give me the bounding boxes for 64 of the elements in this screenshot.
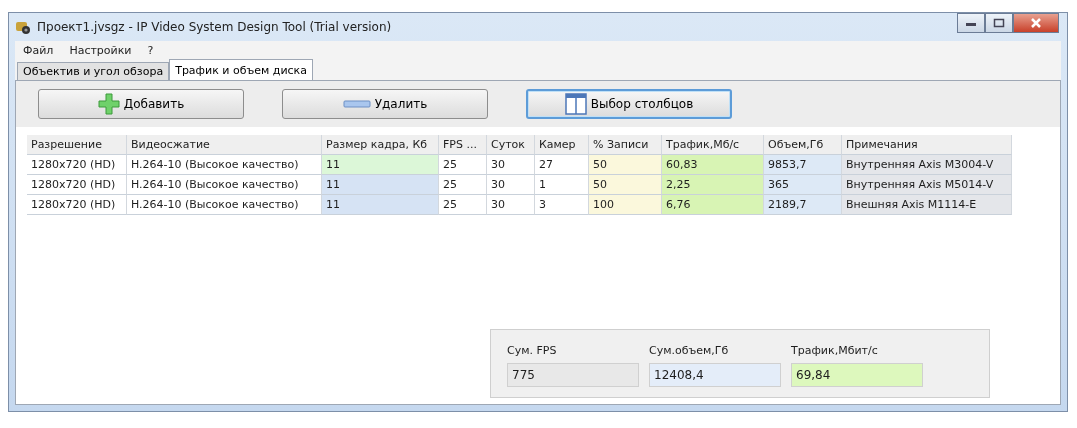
table-cell: 1280x720 (HD)	[27, 195, 127, 215]
columns-button[interactable]: Выбор столбцов	[526, 89, 732, 119]
summary-label: Сум. FPS	[507, 344, 558, 357]
table-cell: 25	[439, 195, 487, 215]
close-icon	[1030, 18, 1042, 28]
table-cell: 11	[322, 155, 439, 175]
table-cell: 1280x720 (HD)	[27, 155, 127, 175]
column-header[interactable]: Суток	[487, 135, 535, 155]
window-title: Проект1.jvsgz - IP Video System Design Tool (Trial version)	[37, 20, 392, 34]
table-cell: 2,25	[662, 175, 764, 195]
tab[interactable]: Трафик и объем диска	[169, 59, 313, 80]
table-cell: 27	[535, 155, 589, 175]
table-cell: 365	[764, 175, 842, 195]
summary-label: Трафик,Мбит/с	[791, 344, 879, 357]
table-cell: 11	[322, 195, 439, 215]
menu-item[interactable]: Файл	[23, 43, 54, 58]
table-cell: 50	[589, 155, 662, 175]
menu-item[interactable]: ?	[147, 43, 154, 58]
column-header[interactable]: Размер кадра, Кб	[322, 135, 439, 155]
column-header[interactable]: Разрешение	[27, 135, 127, 155]
column-header[interactable]: Примечания	[842, 135, 1012, 155]
table-cell: 30	[487, 175, 535, 195]
table-cell: 100	[589, 195, 662, 215]
table-cell: Внутренняя Axis M5014-V	[842, 175, 1012, 195]
table-cell: 1280x720 (HD)	[27, 175, 127, 195]
plus-icon	[97, 93, 120, 115]
column-header[interactable]: FPS ...	[439, 135, 487, 155]
summary-label: Сум.объем,Гб	[649, 344, 730, 357]
table-cell: 3	[535, 195, 589, 215]
table-cell: 1	[535, 175, 589, 195]
menu-item[interactable]: Настройки	[69, 43, 132, 58]
column-header[interactable]: % Записи	[589, 135, 662, 155]
table-cell: 25	[439, 155, 487, 175]
tab[interactable]: Объектив и угол обзора	[17, 62, 170, 80]
table-cell: 11	[322, 175, 439, 195]
table-cell: 50	[589, 175, 662, 195]
column-header[interactable]: Камер	[535, 135, 589, 155]
table-cell: Внутренняя Axis M3004-V	[842, 155, 1012, 175]
table-cell: H.264-10 (Высокое качество)	[127, 155, 322, 175]
minus-icon	[342, 100, 371, 108]
table-cell: 6,76	[662, 195, 764, 215]
table-cell: H.264-10 (Высокое качество)	[127, 195, 322, 215]
table-cell: 60,83	[662, 155, 764, 175]
close-button[interactable]	[1013, 13, 1059, 33]
summary-field: 12408,4	[649, 363, 781, 387]
summary-field: 775	[507, 363, 639, 387]
camera-icon	[15, 19, 31, 35]
column-header[interactable]: Видеосжатие	[127, 135, 322, 155]
columns-icon	[564, 93, 587, 115]
table-cell: H.264-10 (Высокое качество)	[127, 175, 322, 195]
table-cell: 30	[487, 195, 535, 215]
minimize-button[interactable]	[957, 13, 985, 33]
column-header[interactable]: Объем,Гб	[764, 135, 842, 155]
maximize-icon	[993, 18, 1005, 28]
table-cell: 30	[487, 155, 535, 175]
table-cell: 25	[439, 175, 487, 195]
table-cell: 2189,7	[764, 195, 842, 215]
table-cell: 9853,7	[764, 155, 842, 175]
maximize-button[interactable]	[985, 13, 1013, 33]
remove-button[interactable]: Удалить	[282, 89, 488, 119]
add-button[interactable]: Добавить	[38, 89, 244, 119]
summary-field: 69,84	[791, 363, 923, 387]
table-cell: Внешняя Axis M1114-E	[842, 195, 1012, 215]
column-header[interactable]: Трафик,Мб/с	[662, 135, 764, 155]
